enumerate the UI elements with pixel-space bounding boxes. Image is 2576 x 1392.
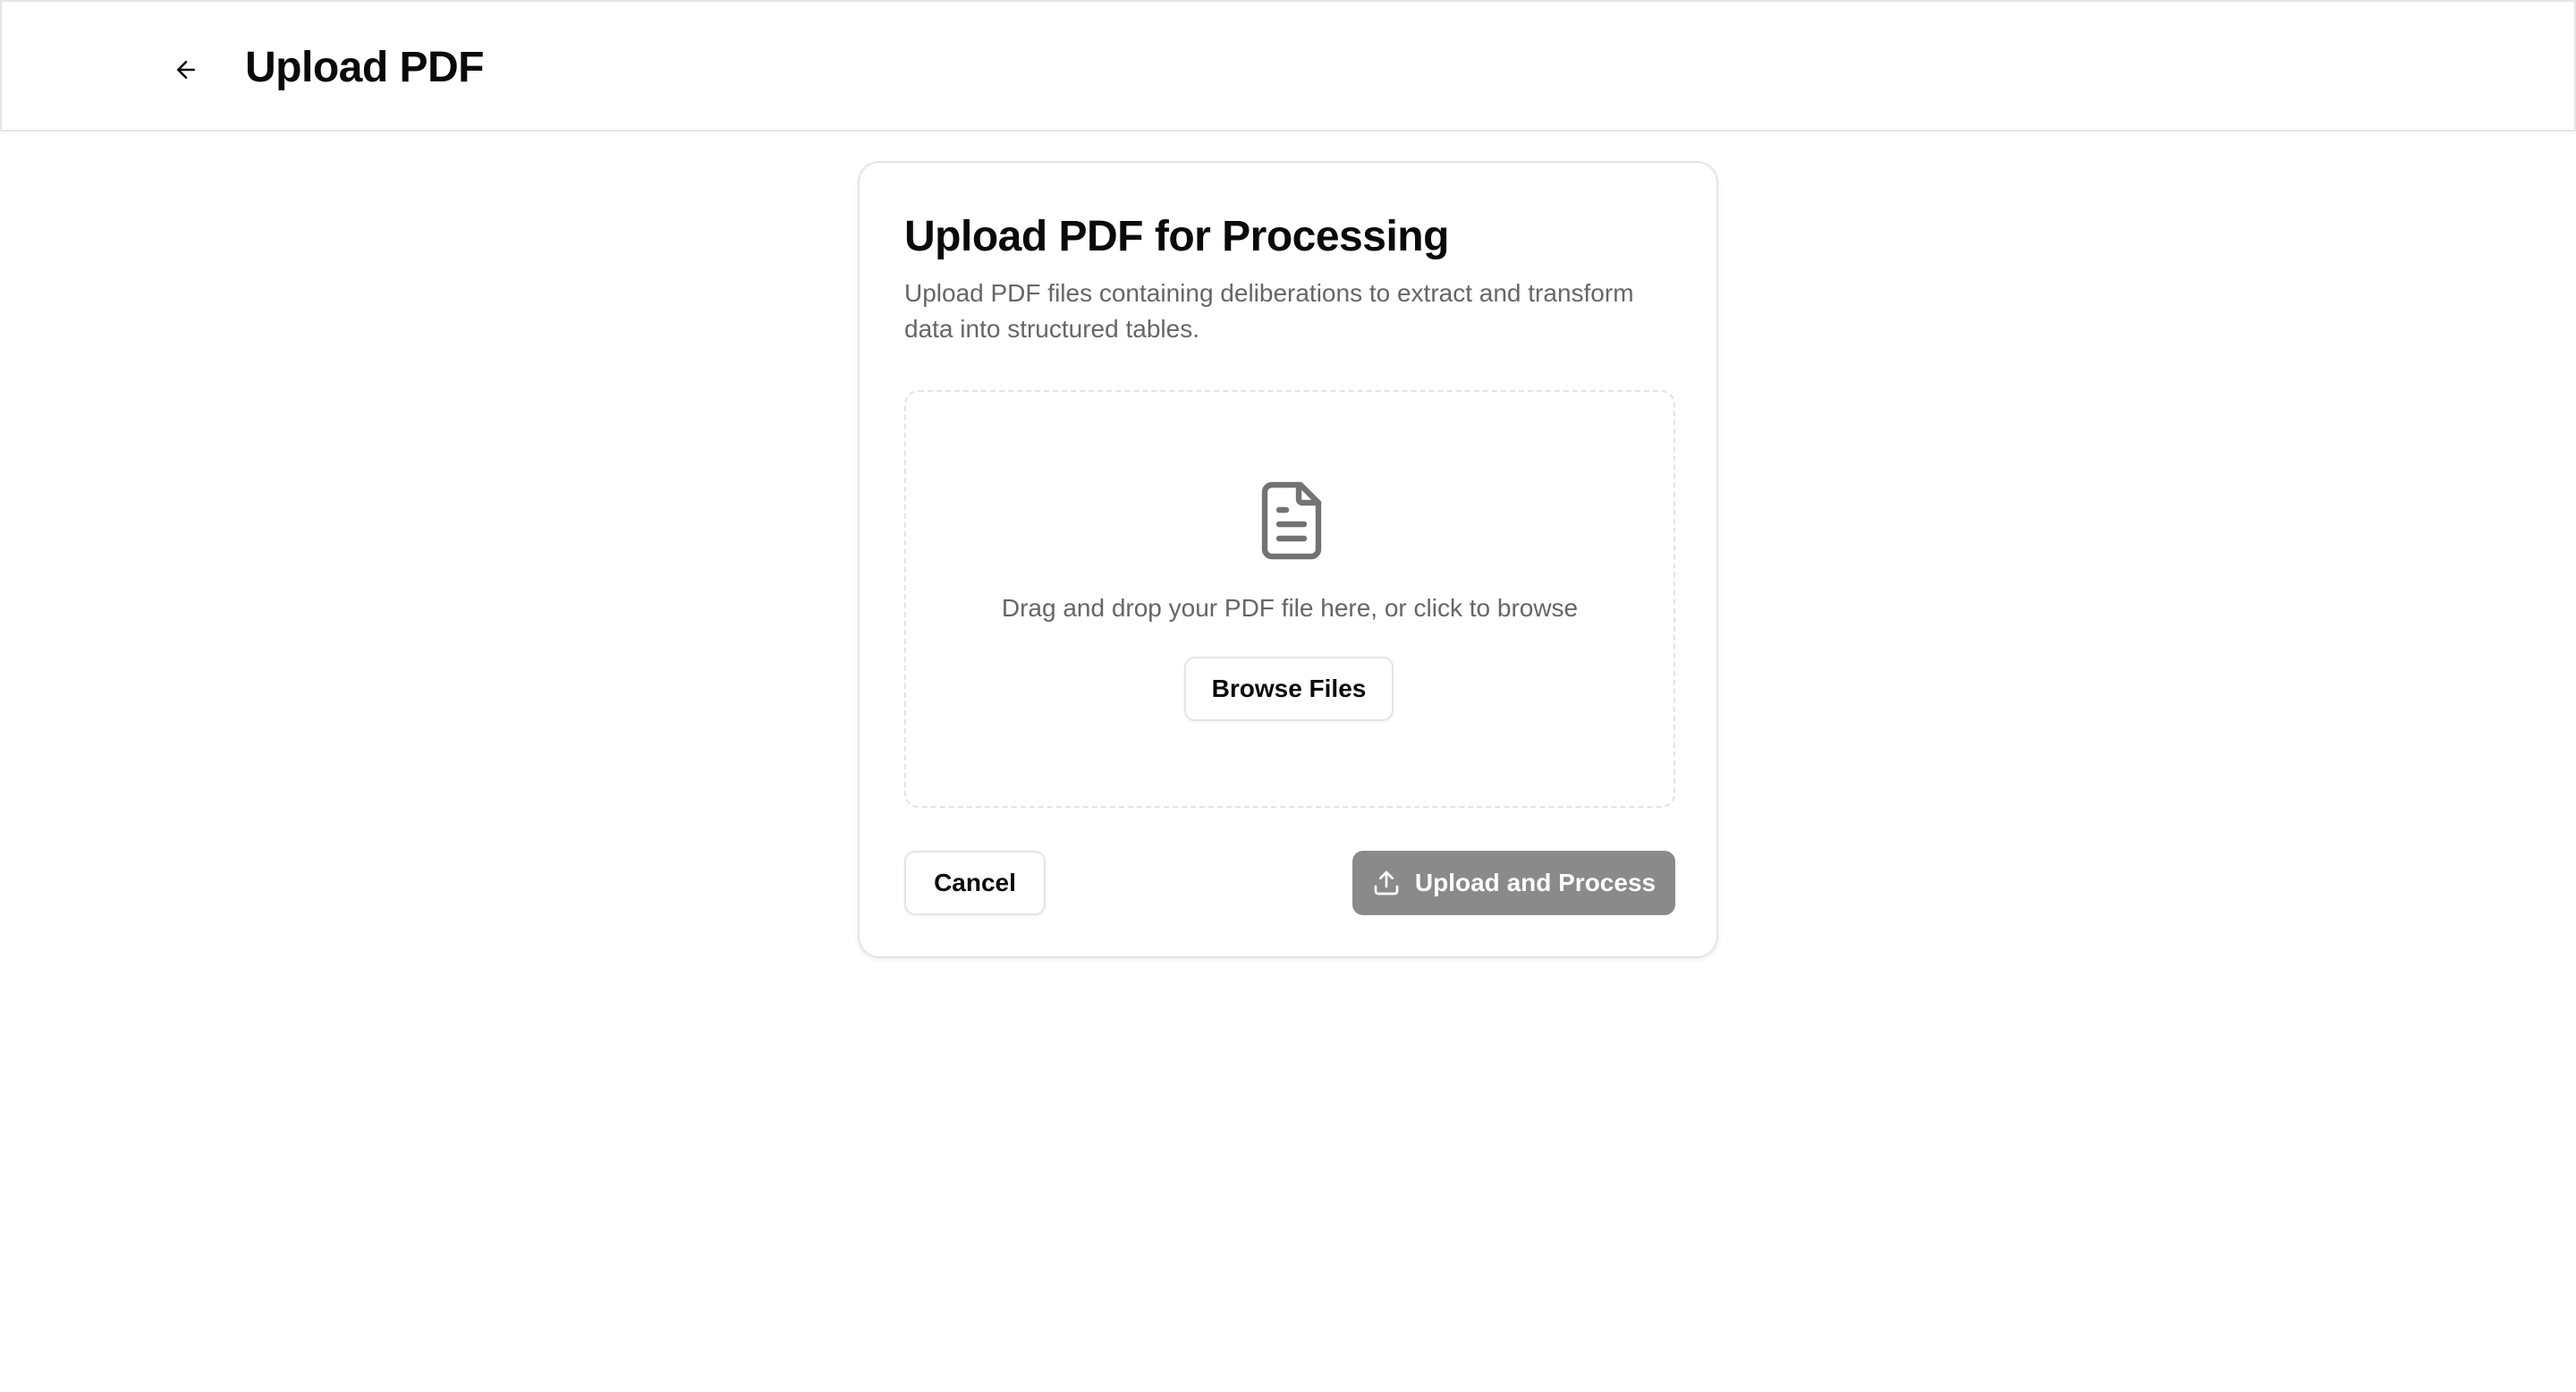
upload-and-process-button[interactable]: Upload and Process bbox=[1352, 851, 1675, 915]
top-bar: Upload PDF bbox=[0, 0, 2576, 132]
file-text-icon bbox=[1249, 478, 1335, 564]
arrow-left-icon bbox=[173, 56, 199, 83]
card-title: Upload PDF for Processing bbox=[904, 213, 1449, 260]
dropzone-instruction: Drag and drop your PDF file here, or cli… bbox=[1001, 594, 1579, 622]
page-title: Upload PDF bbox=[245, 44, 485, 91]
upload-icon bbox=[1372, 869, 1401, 897]
upload-card: Upload PDF for Processing Upload PDF fil… bbox=[858, 161, 1718, 958]
pdf-dropzone[interactable]: Drag and drop your PDF file here, or cli… bbox=[904, 390, 1675, 808]
back-button[interactable] bbox=[165, 48, 208, 91]
cancel-button[interactable]: Cancel bbox=[904, 851, 1046, 915]
browse-files-button[interactable]: Browse Files bbox=[1184, 657, 1394, 721]
upload-button-label: Upload and Process bbox=[1414, 869, 1657, 896]
card-description: Upload PDF files containing deliberation… bbox=[904, 279, 1634, 343]
